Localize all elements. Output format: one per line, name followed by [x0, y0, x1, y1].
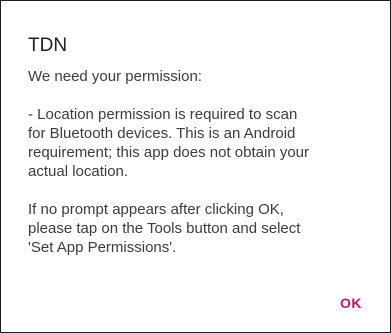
message-line: - Location permission is required to sca… [28, 106, 298, 123]
prompt-help-paragraph: If no prompt appears after clicking OK, … [28, 200, 368, 257]
message-line: requirement; this app does not obtain yo… [28, 144, 310, 161]
location-permission-paragraph: - Location permission is required to sca… [28, 105, 368, 181]
ok-button[interactable]: OK [334, 291, 368, 315]
message-line: actual location. [28, 163, 129, 180]
dialog-actions: OK [334, 291, 368, 315]
permission-dialog: TDN We need your permission: - Location … [0, 0, 391, 333]
intro-text: We need your permission: [28, 68, 202, 85]
dialog-title: TDN [28, 35, 68, 56]
message-line: for Bluetooth devices. This is an Androi… [28, 125, 296, 142]
message-line: please tap on the Tools button and selec… [28, 220, 301, 237]
message-line: If no prompt appears after clicking OK, [28, 201, 284, 218]
message-line: 'Set App Permissions'. [28, 239, 177, 256]
dialog-message: We need your permission: - Location perm… [28, 67, 368, 257]
